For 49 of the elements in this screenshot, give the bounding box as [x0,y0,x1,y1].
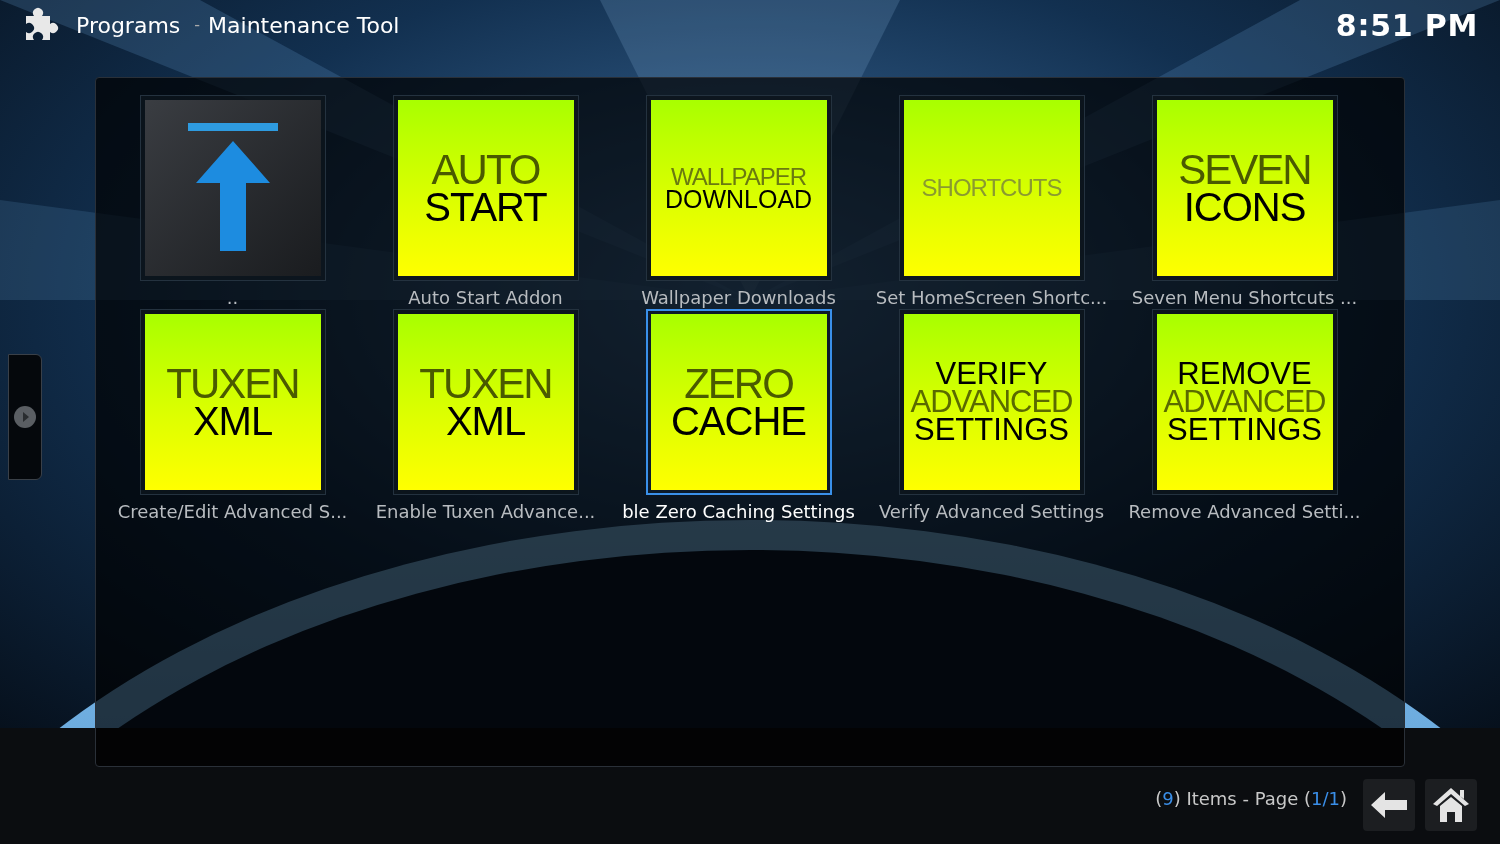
addon-tile[interactable]: SEVEN ICONS [1151,95,1338,281]
thumbnail-text: SETTINGS [914,415,1069,444]
thumbnail-text: ZERO [684,365,793,403]
thumbnail-text: AUTO [431,151,540,189]
thumbnail-text: WALLPAPER [670,165,806,188]
addon-tile[interactable]: VERIFY ADVANCED SETTINGS [898,309,1085,495]
addon-label: Remove Advanced Setti... [1128,501,1361,523]
addon-label: Seven Menu Shortcuts ... [1131,287,1358,309]
addon-label: Set HomeScreen Shortc... [875,287,1108,309]
addon-label: Auto Start Addon [408,287,563,309]
addon-label: ble Zero Caching Settings [622,501,855,523]
thumbnail-text: SHORTCUTS [921,177,1062,199]
addon-tile[interactable]: AUTO START [392,95,579,281]
thumbnail-text: VERIFY [935,360,1048,389]
window-title: Maintenance Tool [208,11,400,40]
addon-tile[interactable]: WALLPAPER DOWNLOAD [645,95,832,281]
addon-label: .. [226,287,239,309]
thumbnail-text: XML [192,402,273,439]
addon-label: Wallpaper Downloads [641,287,836,309]
title-separator: - [194,14,201,36]
chevron-right-icon [14,406,36,428]
thumbnail-text: ADVANCED [910,388,1073,416]
thumbnail-text: REMOVE [1177,360,1312,389]
thumbnail-text: START [424,188,547,225]
thumbnail-text: XML [445,402,526,439]
back-arrow-icon [1371,792,1407,818]
addon-tile[interactable]: TUXEN XML [392,309,579,495]
section-title: Programs [76,11,181,40]
up-arrow-icon [187,123,278,253]
home-icon [1433,788,1469,822]
thumbnail-text: ADVANCED [1163,388,1326,416]
clock-time: 8:51 PM [1335,6,1478,45]
addon-label: Create/Edit Advanced S... [117,501,348,523]
addon-tile[interactable]: ZERO CACHE [645,309,832,495]
page-count-text: (9) Items - Page (1/1) [1155,786,1347,811]
thumbnail-text: SETTINGS [1167,415,1322,444]
thumbnail-text: SEVEN [1178,151,1311,189]
addon-tile[interactable]: TUXEN XML [139,309,326,495]
thumbnail-text: TUXEN [166,365,299,403]
thumbnail-text: TUXEN [419,365,552,403]
addon-tile[interactable]: REMOVE ADVANCED SETTINGS [1151,309,1338,495]
side-menu-tab[interactable] [8,354,42,480]
addon-label: Verify Advanced Settings [878,501,1105,523]
thumbnail-text: DOWNLOAD [664,187,813,211]
thumbnail-text: CACHE [671,402,806,439]
thumbnail-text: ICONS [1183,188,1306,225]
home-button[interactable] [1425,779,1477,831]
addon-label: Enable Tuxen Advance... [375,501,596,523]
back-button[interactable] [1363,779,1415,831]
